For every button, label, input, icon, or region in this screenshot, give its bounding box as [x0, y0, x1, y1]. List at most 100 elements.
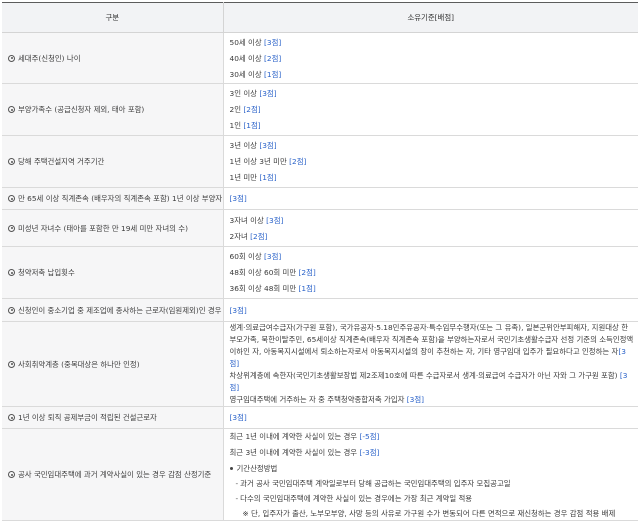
table-row: 1년 이상 퇴직 공제부금이 적립된 건설근로자 [3점] [2, 406, 638, 429]
score-points: [3점] [406, 395, 425, 404]
score-item: 최근 1년 이내에 계약한 사실이 있는 경우 [-5점] [230, 431, 639, 442]
score-cell: 최근 1년 이내에 계약한 사실이 있는 경우 [-5점] 최근 3년 이내에 … [223, 428, 639, 521]
table-row: 공사 국민임대주택에 과거 계약사실이 있는 경우 감점 산정기준 최근 1년 … [2, 428, 639, 521]
circle-bullet-icon [8, 414, 15, 421]
table-row: 만 65세 이상 직계존속 (배우자의 직계존속 포함) 1년 이상 부양자 [… [2, 187, 639, 210]
circle-bullet-icon [8, 360, 15, 368]
criterion-label: 미성년 자녀수 (태아를 포함한 만 19세 미만 자녀의 수) [18, 223, 188, 233]
score-text: 48회 이상 60회 미만 [229, 268, 299, 277]
table-header-row: 구분 소유기준[배점] [2, 2, 638, 33]
score-points: [1점] [259, 173, 277, 182]
criterion-label: 만 65세 이상 직계존속 (배우자의 직계존속 포함) 1년 이상 부양자 [18, 194, 223, 203]
score-points: [3점] [229, 194, 247, 203]
score-points: [3점] [259, 89, 277, 98]
score-text: 최근 3년 이내에 계약한 사실이 있는 경우 [229, 447, 360, 457]
score-points: [3점] [229, 413, 247, 422]
score-text: 2인 [229, 105, 244, 114]
score-text: 3년 이상 [229, 141, 260, 150]
criterion-cell: 청약저축 납입횟수 [2, 246, 224, 299]
criterion-cell: 1년 이상 퇴직 공제부금이 적립된 건설근로자 [2, 406, 224, 429]
method-title: 기간산정방법 [229, 463, 639, 474]
dot-bullet-icon [229, 466, 233, 470]
score-text: 차상위계층에 속한자(국민기초생활보장법 제2조제10호에 따른 수급자로서 생… [229, 371, 620, 380]
circle-bullet-icon [8, 158, 15, 165]
criterion-label: 부양가족수 (공급신청자 제외, 태아 포함) [18, 105, 145, 114]
score-item: 최근 3년 이내에 계약한 사실이 있는 경우 [-3점] [230, 447, 639, 458]
table-row: 미성년 자녀수 (태아를 포함한 만 19세 미만 자녀의 수) 3자녀 이상 … [2, 209, 639, 247]
criterion-cell: 부양가족수 (공급신청자 제외, 태아 포함) [2, 83, 224, 136]
criterion-cell: 세대주(신청인) 나이 [2, 32, 224, 84]
score-paragraph: 차상위계층에 속한자(국민기초생활보장법 제2조제10호에 따른 수급자로서 생… [230, 370, 635, 394]
circle-bullet-icon [8, 54, 15, 62]
score-points: [1점] [298, 284, 316, 293]
score-item: 60회 이상 [3점] [230, 251, 639, 262]
method-note: ※ 단, 입주자가 출산, 노부모부양, 사망 등의 사유로 가구원 수가 변동… [242, 508, 616, 518]
criterion-label: 청약저축 납입횟수 [18, 268, 75, 277]
score-points: [2점] [264, 53, 282, 63]
method-item: - 다수의 국민임대주택에 계약한 사실이 있는 경우에는 가장 최근 계약일 적… [235, 493, 473, 503]
criterion-cell: 사회취약계층 (중복대상은 하나만 인정) [2, 321, 224, 407]
score-text: 최근 1년 이내에 계약한 사실이 있는 경우 [229, 431, 360, 441]
score-cell: [3점] [223, 298, 638, 322]
method-text: 과거 공사 국민임대주택 계약일로부터 당해 공급하는 국민임대주택의 입주자 … [240, 478, 511, 488]
score-text: 1년 이상 3년 미만 [229, 157, 290, 166]
score-points: [2점] [298, 268, 316, 277]
score-item: 2자녀 [2점] [230, 231, 639, 242]
score-item: 3인 이상 [3점] [230, 88, 639, 99]
score-item: [3점] [230, 193, 639, 204]
score-item: 3년 이상 [3점] [230, 140, 639, 151]
score-item: 3자녀 이상 [3점] [230, 215, 639, 226]
score-cell: [3점] [223, 406, 638, 429]
scoring-table: 구분 소유기준[배점] 세대주(신청인) 나이 50세 이상 [3점] 40세 … [2, 2, 638, 521]
criterion-label: 당해 주택건설지역 거주기간 [18, 157, 105, 166]
method-item: - 과거 공사 국민임대주택 계약일로부터 당해 공급하는 국민임대주택의 입주자… [235, 478, 511, 488]
circle-bullet-icon [8, 306, 15, 314]
score-text: 3인 이상 [229, 89, 260, 98]
table-row: 신청인이 중소기업 중 제조업에 종사하는 근로자(임원제외)인 경우 [3점] [2, 298, 638, 322]
score-item: 1인 [1점] [230, 120, 639, 131]
score-text: 2자녀 [229, 231, 251, 241]
score-points: [2점] [250, 231, 268, 241]
table-row: 청약저축 납입횟수 60회 이상 [3점] 48회 이상 60회 미만 [2점]… [2, 246, 639, 299]
score-cell: 생계·의료급여수급자(가구원 포함), 국가유공자·5.18민주유공자·특수임무… [223, 321, 638, 407]
score-item: 50세 이상 [3점] [230, 37, 639, 48]
score-text: 3자녀 이상 [229, 215, 267, 225]
circle-bullet-icon [8, 106, 15, 113]
score-text: 36회 이상 48회 미만 [229, 284, 299, 293]
score-points: [3점] [259, 141, 277, 150]
score-text: 1인 [229, 121, 244, 130]
score-item: 1년 이상 3년 미만 [2점] [230, 156, 639, 167]
criterion-label: 사회취약계층 (중복대상은 하나만 인정) [18, 359, 140, 369]
table-row: 부양가족수 (공급신청자 제외, 태아 포함) 3인 이상 [3점] 2인 [2… [2, 83, 639, 136]
score-cell: [3점] [223, 187, 639, 210]
score-cell: 3년 이상 [3점] 1년 이상 3년 미만 [2점] 1년 미만 [1점] [223, 135, 639, 188]
score-text: 50세 이상 [229, 37, 265, 47]
score-text: 40세 이상 [229, 53, 265, 63]
score-points: [3점] [264, 252, 282, 261]
score-text: 30세 이상 [229, 69, 265, 79]
score-points: [2점] [289, 157, 307, 166]
score-cell: 3인 이상 [3점] 2인 [2점] 1인 [1점] [223, 83, 639, 136]
score-cell: 50세 이상 [3점] 40세 이상 [2점] 30세 이상 [1점] [223, 32, 639, 84]
score-text: 생계·의료급여수급자(가구원 포함), 국가유공자·5.18민주유공자·특수임무… [229, 323, 634, 356]
score-paragraph: 영구임대주택에 거주하는 자 중 주택청약종합저축 가입자 [3점] [230, 394, 635, 406]
score-points: [3점] [264, 37, 282, 47]
score-points: [3점] [229, 305, 247, 315]
criterion-cell: 신청인이 중소기업 중 제조업에 종사하는 근로자(임원제외)인 경우 [2, 298, 224, 322]
score-cell: 3자녀 이상 [3점] 2자녀 [2점] [223, 209, 639, 247]
circle-bullet-icon [8, 269, 15, 276]
score-points: [-5점] [359, 431, 380, 441]
score-paragraph: 생계·의료급여수급자(가구원 포함), 국가유공자·5.18민주유공자·특수임무… [230, 322, 635, 370]
criterion-cell: 당해 주택건설지역 거주기간 [2, 135, 224, 188]
method-text: 다수의 국민임대주택에 계약한 사실이 있는 경우에는 가장 최근 계약일 적용 [240, 493, 473, 503]
score-text: 60회 이상 [229, 252, 265, 261]
criterion-label: 1년 이상 퇴직 공제부금이 적립된 건설근로자 [18, 413, 157, 422]
score-text: 1년 미만 [229, 173, 260, 182]
score-points: [-3점] [359, 447, 380, 457]
score-points: [1점] [243, 121, 261, 130]
score-cell: 60회 이상 [3점] 48회 이상 60회 미만 [2점] 36회 이상 48… [223, 246, 639, 299]
criterion-cell: 만 65세 이상 직계존속 (배우자의 직계존속 포함) 1년 이상 부양자 [2, 187, 224, 210]
circle-bullet-icon [8, 224, 15, 232]
criterion-cell: 공사 국민임대주택에 과거 계약사실이 있는 경우 감점 산정기준 [2, 428, 224, 521]
score-item: 40세 이상 [2점] [230, 53, 639, 64]
